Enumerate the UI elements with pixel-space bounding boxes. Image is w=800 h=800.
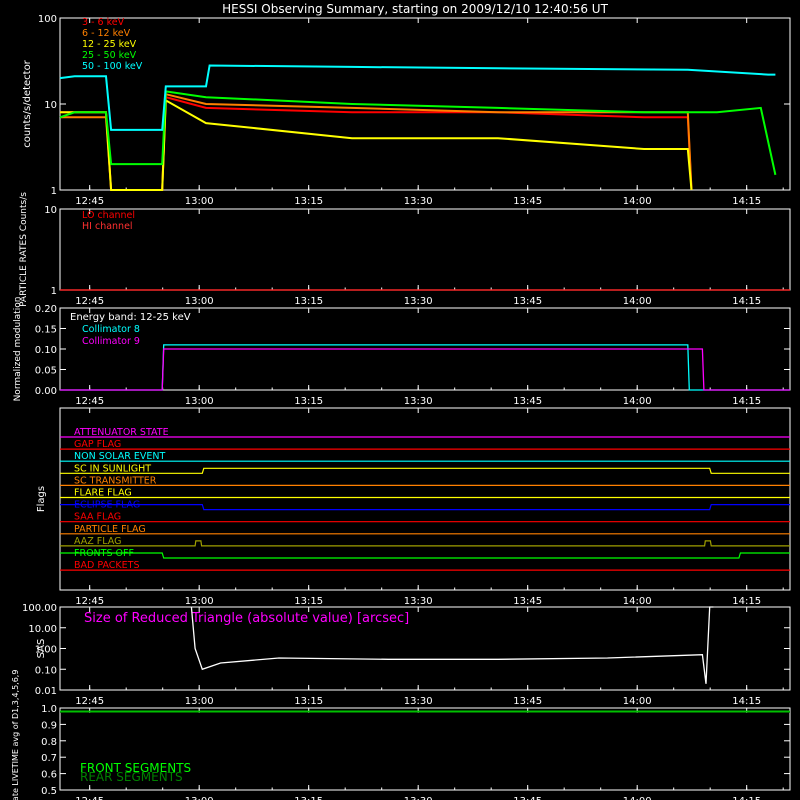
livetime-ytick-label: 0.6 xyxy=(41,770,57,781)
counts-xtick-label: 12:45 xyxy=(75,196,104,207)
livetime-xtick-label: 14:00 xyxy=(623,796,652,800)
sas-xtick-label: 13:00 xyxy=(185,696,214,707)
counts-ytick-label: 10 xyxy=(44,100,57,111)
flags-xtick-label: 13:15 xyxy=(294,596,323,607)
livetime-xtick-label: 13:30 xyxy=(404,796,433,800)
modulation-xtick-label: 13:45 xyxy=(513,396,542,407)
livetime-xtick-label: 13:15 xyxy=(294,796,323,800)
modulation-legend-1: Collimator 9 xyxy=(82,336,140,347)
particle-legend-1: HI channel xyxy=(82,221,133,232)
modulation-ylabel: Normalized modulation xyxy=(13,297,23,402)
livetime-ytick-label: 1.0 xyxy=(41,704,57,715)
flag-label-9: AAZ FLAG xyxy=(74,536,121,547)
livetime-legend-1: REAR SEGMENTS xyxy=(80,770,183,784)
sas-xtick-label: 13:15 xyxy=(294,696,323,707)
counts-legend-0: 3 - 6 keV xyxy=(82,17,125,28)
modulation-ytick-label: 0.10 xyxy=(35,345,57,356)
counts-xtick-label: 14:15 xyxy=(732,196,761,207)
counts-legend-2: 12 - 25 keV xyxy=(82,39,137,50)
particle-ytick-label: 10 xyxy=(44,205,57,216)
flag-label-4: SC TRANSMITTER xyxy=(74,475,157,486)
modulation-xtick-label: 13:30 xyxy=(404,396,433,407)
sas-xtick-label: 14:00 xyxy=(623,696,652,707)
particle-xtick-label: 13:00 xyxy=(185,296,214,307)
sas-xtick-label: 14:15 xyxy=(732,696,761,707)
counts-ytick-label: 100 xyxy=(38,14,57,25)
modulation-legend-0: Collimator 8 xyxy=(82,324,140,335)
counts-legend-3: 25 - 50 keV xyxy=(82,50,137,61)
flag-label-6: ECLIPSE FLAG xyxy=(74,500,140,511)
counts-legend-1: 6 - 12 keV xyxy=(82,28,131,39)
flags-xtick-label: 14:00 xyxy=(623,596,652,607)
livetime-xtick-label: 14:15 xyxy=(732,796,761,800)
particle-ytick-label: 1 xyxy=(51,286,57,297)
flags-xtick-label: 14:15 xyxy=(732,596,761,607)
particle-legend-0: LO channel xyxy=(82,210,135,221)
flag-label-1: GAP FLAG xyxy=(74,439,121,450)
sas-xtick-label: 12:45 xyxy=(75,696,104,707)
modulation-ytick-label: 0.05 xyxy=(35,366,57,377)
counts-xtick-label: 14:00 xyxy=(623,196,652,207)
modulation-xtick-label: 12:45 xyxy=(75,396,104,407)
livetime-ytick-label: 0.7 xyxy=(41,753,57,764)
livetime-ytick-label: 0.8 xyxy=(41,737,57,748)
livetime-xtick-label: 13:00 xyxy=(185,796,214,800)
livetime-ytick-label: 0.9 xyxy=(41,720,57,731)
sas-ytick-label: 10.00 xyxy=(28,624,57,635)
sas-xtick-label: 13:45 xyxy=(513,696,542,707)
particle-xtick-label: 12:45 xyxy=(75,296,104,307)
modulation-xtick-label: 14:00 xyxy=(623,396,652,407)
sas-xtick-label: 13:30 xyxy=(404,696,433,707)
livetime-xtick-label: 12:45 xyxy=(75,796,104,800)
particle-ylabel: PARTICLE RATES Counts/s xyxy=(19,192,29,307)
livetime-xtick-label: 13:45 xyxy=(513,796,542,800)
modulation-ytick-label: 0.00 xyxy=(35,386,57,397)
livetime-ytick-label: 0.5 xyxy=(41,786,57,797)
particle-xtick-label: 13:45 xyxy=(513,296,542,307)
modulation-ytick-label: 0.20 xyxy=(35,304,57,315)
flags-xtick-label: 13:30 xyxy=(404,596,433,607)
modulation-xtick-label: 14:15 xyxy=(732,396,761,407)
flag-label-7: SAA FLAG xyxy=(74,512,121,523)
livetime-ylabel: Mon. Rate LIVETIME avg of D1,3,4,5,6,9 xyxy=(11,670,20,800)
flag-label-8: PARTICLE FLAG xyxy=(74,524,146,535)
flag-label-2: NON SOLAR EVENT xyxy=(74,451,165,462)
counts-xtick-label: 13:45 xyxy=(513,196,542,207)
flags-xtick-label: 13:45 xyxy=(513,596,542,607)
flag-label-11: BAD PACKETS xyxy=(74,560,140,571)
modulation-xtick-label: 13:00 xyxy=(185,396,214,407)
particle-xtick-label: 14:15 xyxy=(732,296,761,307)
flag-label-3: SC IN SUNLIGHT xyxy=(74,463,151,474)
counts-xtick-label: 13:15 xyxy=(294,196,323,207)
particle-xtick-label: 14:00 xyxy=(623,296,652,307)
flags-ylabel: Flags xyxy=(36,486,47,512)
counts-xtick-label: 13:00 xyxy=(185,196,214,207)
flags-xtick-label: 12:45 xyxy=(75,596,104,607)
sas-ytick-label: 0.01 xyxy=(35,686,57,697)
flag-label-0: ATTENUATOR STATE xyxy=(74,427,169,438)
counts-xtick-label: 13:30 xyxy=(404,196,433,207)
flag-label-10: FRONTS OFF xyxy=(74,548,134,559)
sas-ylabel: SAS xyxy=(36,639,47,659)
counts-ylabel: counts/s/detector xyxy=(22,59,33,147)
counts-ytick-label: 1 xyxy=(51,186,57,197)
sas-ytick-label: 0.10 xyxy=(35,665,57,676)
modulation-xtick-label: 13:15 xyxy=(294,396,323,407)
modulation-ytick-label: 0.15 xyxy=(35,325,57,336)
particle-xtick-label: 13:15 xyxy=(294,296,323,307)
flags-xtick-label: 13:00 xyxy=(185,596,214,607)
figure-title: HESSI Observing Summary, starting on 200… xyxy=(222,2,608,16)
modulation-annotation: Energy band: 12-25 keV xyxy=(70,312,191,323)
flag-label-5: FLARE FLAG xyxy=(74,488,132,499)
hessi-summary-figure: HESSI Observing Summary, starting on 200… xyxy=(0,0,800,800)
counts-legend-4: 50 - 100 keV xyxy=(82,61,143,72)
sas-annotation: Size of Reduced Triangle (absolute value… xyxy=(84,611,409,626)
sas-ytick-label: 100.00 xyxy=(22,603,57,614)
particle-xtick-label: 13:30 xyxy=(404,296,433,307)
